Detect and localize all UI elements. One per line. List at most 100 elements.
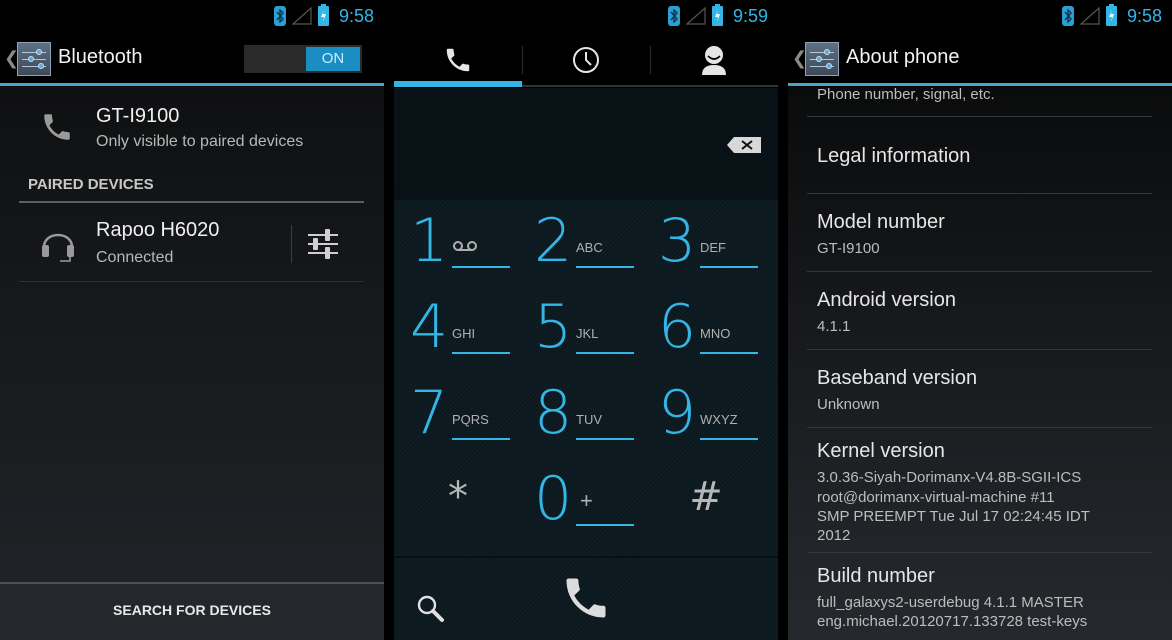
visibility-status: Only visible to paired devices	[96, 133, 304, 150]
key-letters: WXYZ	[700, 412, 738, 427]
item-summary: GT-I9100	[817, 240, 880, 257]
tab-contacts[interactable]	[650, 32, 778, 88]
page-title: Bluetooth	[58, 46, 143, 68]
dial-key[interactable]: 8 TUV	[518, 372, 646, 458]
item-summary: 4.1.1	[817, 318, 851, 335]
battery-charging-icon	[1105, 4, 1117, 26]
key-letters: MNO	[700, 326, 731, 341]
call-bar	[394, 556, 778, 640]
bluetooth-icon	[273, 6, 286, 26]
toggle-state-label: ON	[306, 47, 360, 71]
item-summary-line: 3.0.36-Siyah-Dorimanx-V4.8B-SGII-ICS	[817, 469, 1082, 486]
settings-app-icon[interactable]	[805, 42, 839, 76]
status-item-summary[interactable]: Phone number, signal, etc.	[817, 86, 995, 103]
bottom-action-bar: SEARCH FOR DEVICES	[0, 582, 384, 640]
device-settings-icon[interactable]	[306, 227, 340, 261]
panel-gap	[384, 0, 394, 640]
status-bar: 9:59	[394, 0, 778, 32]
item-title: Kernel version	[817, 440, 945, 462]
key-digit: 8	[534, 378, 573, 448]
dial-key[interactable]: 3 DEF	[642, 200, 770, 286]
key-letters: GHI	[452, 326, 476, 341]
signal-icon	[291, 7, 312, 25]
status-time: 9:59	[732, 5, 768, 26]
panel-gap	[778, 0, 788, 640]
about-item-baseband-version: Baseband version Unknown	[807, 350, 1152, 427]
voicemail-icon	[453, 241, 477, 251]
this-device-item[interactable]: GT-I9100 Only visible to paired devices	[0, 92, 384, 164]
dial-key[interactable]: 9 WXYZ	[642, 372, 770, 458]
dial-key[interactable]: 1	[394, 200, 522, 286]
dial-key[interactable]: 7 PQRS	[394, 372, 522, 458]
bluetooth-toggle[interactable]: ON	[244, 45, 362, 73]
list-divider	[19, 281, 364, 282]
item-title: Baseband version	[817, 367, 978, 389]
signal-icon	[1079, 7, 1100, 25]
digits-input[interactable]	[394, 88, 778, 200]
key-digit: 4	[410, 292, 449, 362]
key-letters: JKL	[576, 326, 599, 341]
about-list: Phone number, signal, etc. Legal informa…	[788, 86, 1172, 640]
paired-device-item[interactable]: Rapoo H6020 Connected	[0, 205, 384, 281]
key-underline	[576, 438, 634, 440]
key-letters: TUV	[576, 412, 602, 427]
key-underline	[700, 352, 758, 354]
key-underline	[452, 266, 510, 268]
item-summary-line: root@dorimanx-virtual-machine #11	[817, 489, 1055, 506]
key-letters: PQRS	[452, 412, 489, 427]
dial-key[interactable]: 5 JKL	[518, 286, 646, 372]
settings-app-icon[interactable]	[17, 42, 51, 76]
key-digit: *	[448, 474, 468, 520]
about-phone-screen: 9:58 ❮ About phone Phone number, signal,…	[788, 0, 1172, 640]
item-title: Build number	[817, 565, 935, 587]
dialer-screen: 9:59 1 2 ABC 3 DEF 4 GHI 5 JKL 6 MNO 7 P…	[394, 0, 778, 640]
contact-icon	[702, 46, 726, 75]
item-title: Android version	[817, 289, 956, 311]
tab-phone[interactable]	[394, 32, 522, 88]
keypad: 1 2 ABC 3 DEF 4 GHI 5 JKL 6 MNO 7 PQRS 8 TUV 9 WXYZ * 0 + #	[394, 200, 778, 544]
phone-icon	[44, 114, 70, 140]
battery-charging-icon	[317, 4, 329, 26]
action-bar: ❮ Bluetooth ON	[0, 32, 384, 86]
clock-icon	[573, 47, 599, 73]
section-divider	[19, 201, 364, 203]
key-digit: 6	[658, 292, 697, 362]
key-digit: 1	[410, 206, 449, 276]
key-underline	[576, 524, 634, 526]
key-digit: 0	[534, 464, 573, 534]
dial-key[interactable]: 0 +	[518, 458, 646, 544]
about-item-build-number[interactable]: Build number full_galaxys2-userdebug 4.1…	[807, 553, 1152, 640]
headset-icon	[42, 233, 74, 262]
status-bar: 9:58	[0, 0, 384, 32]
status-bar: 9:58	[788, 0, 1172, 32]
dial-key[interactable]: 2 ABC	[518, 200, 646, 286]
battery-charging-icon	[711, 4, 723, 26]
status-time: 9:58	[1126, 5, 1162, 26]
dialer-tabs	[394, 32, 778, 88]
key-digit: 3	[658, 206, 697, 276]
about-item-android-version[interactable]: Android version 4.1.1	[807, 272, 1152, 349]
bluetooth-icon	[667, 6, 680, 26]
item-title: Legal information	[817, 145, 971, 167]
backspace-icon[interactable]	[726, 136, 762, 154]
about-item-kernel-version: Kernel version 3.0.36-Siyah-Dorimanx-V4.…	[807, 428, 1152, 551]
search-for-devices-button[interactable]: SEARCH FOR DEVICES	[0, 584, 384, 618]
dial-key[interactable]: 4 GHI	[394, 286, 522, 372]
search-icon[interactable]	[416, 594, 446, 624]
about-item-legal-information[interactable]: Legal information	[807, 117, 1152, 193]
item-summary-line: eng.michael.20120717.133728 test-keys	[817, 613, 1088, 630]
call-button[interactable]	[560, 572, 612, 624]
key-letters: ABC	[576, 240, 603, 255]
key-digit: 9	[658, 378, 697, 448]
key-letters: +	[580, 488, 593, 513]
paired-devices-header: PAIRED DEVICES	[28, 176, 154, 193]
key-digit: #	[689, 474, 723, 520]
dial-key[interactable]: #	[642, 458, 770, 544]
tab-call-log[interactable]	[522, 32, 650, 88]
bluetooth-settings-screen: 9:58 ❮ Bluetooth ON GT-I9100 Only visibl…	[0, 0, 384, 640]
dial-key[interactable]: *	[394, 458, 522, 544]
item-summary-line: SMP PREEMPT Tue Jul 17 02:24:45 IDT	[817, 508, 1090, 525]
dial-key[interactable]: 6 MNO	[642, 286, 770, 372]
key-digit: 7	[410, 378, 449, 448]
selected-tab-indicator	[394, 81, 522, 87]
